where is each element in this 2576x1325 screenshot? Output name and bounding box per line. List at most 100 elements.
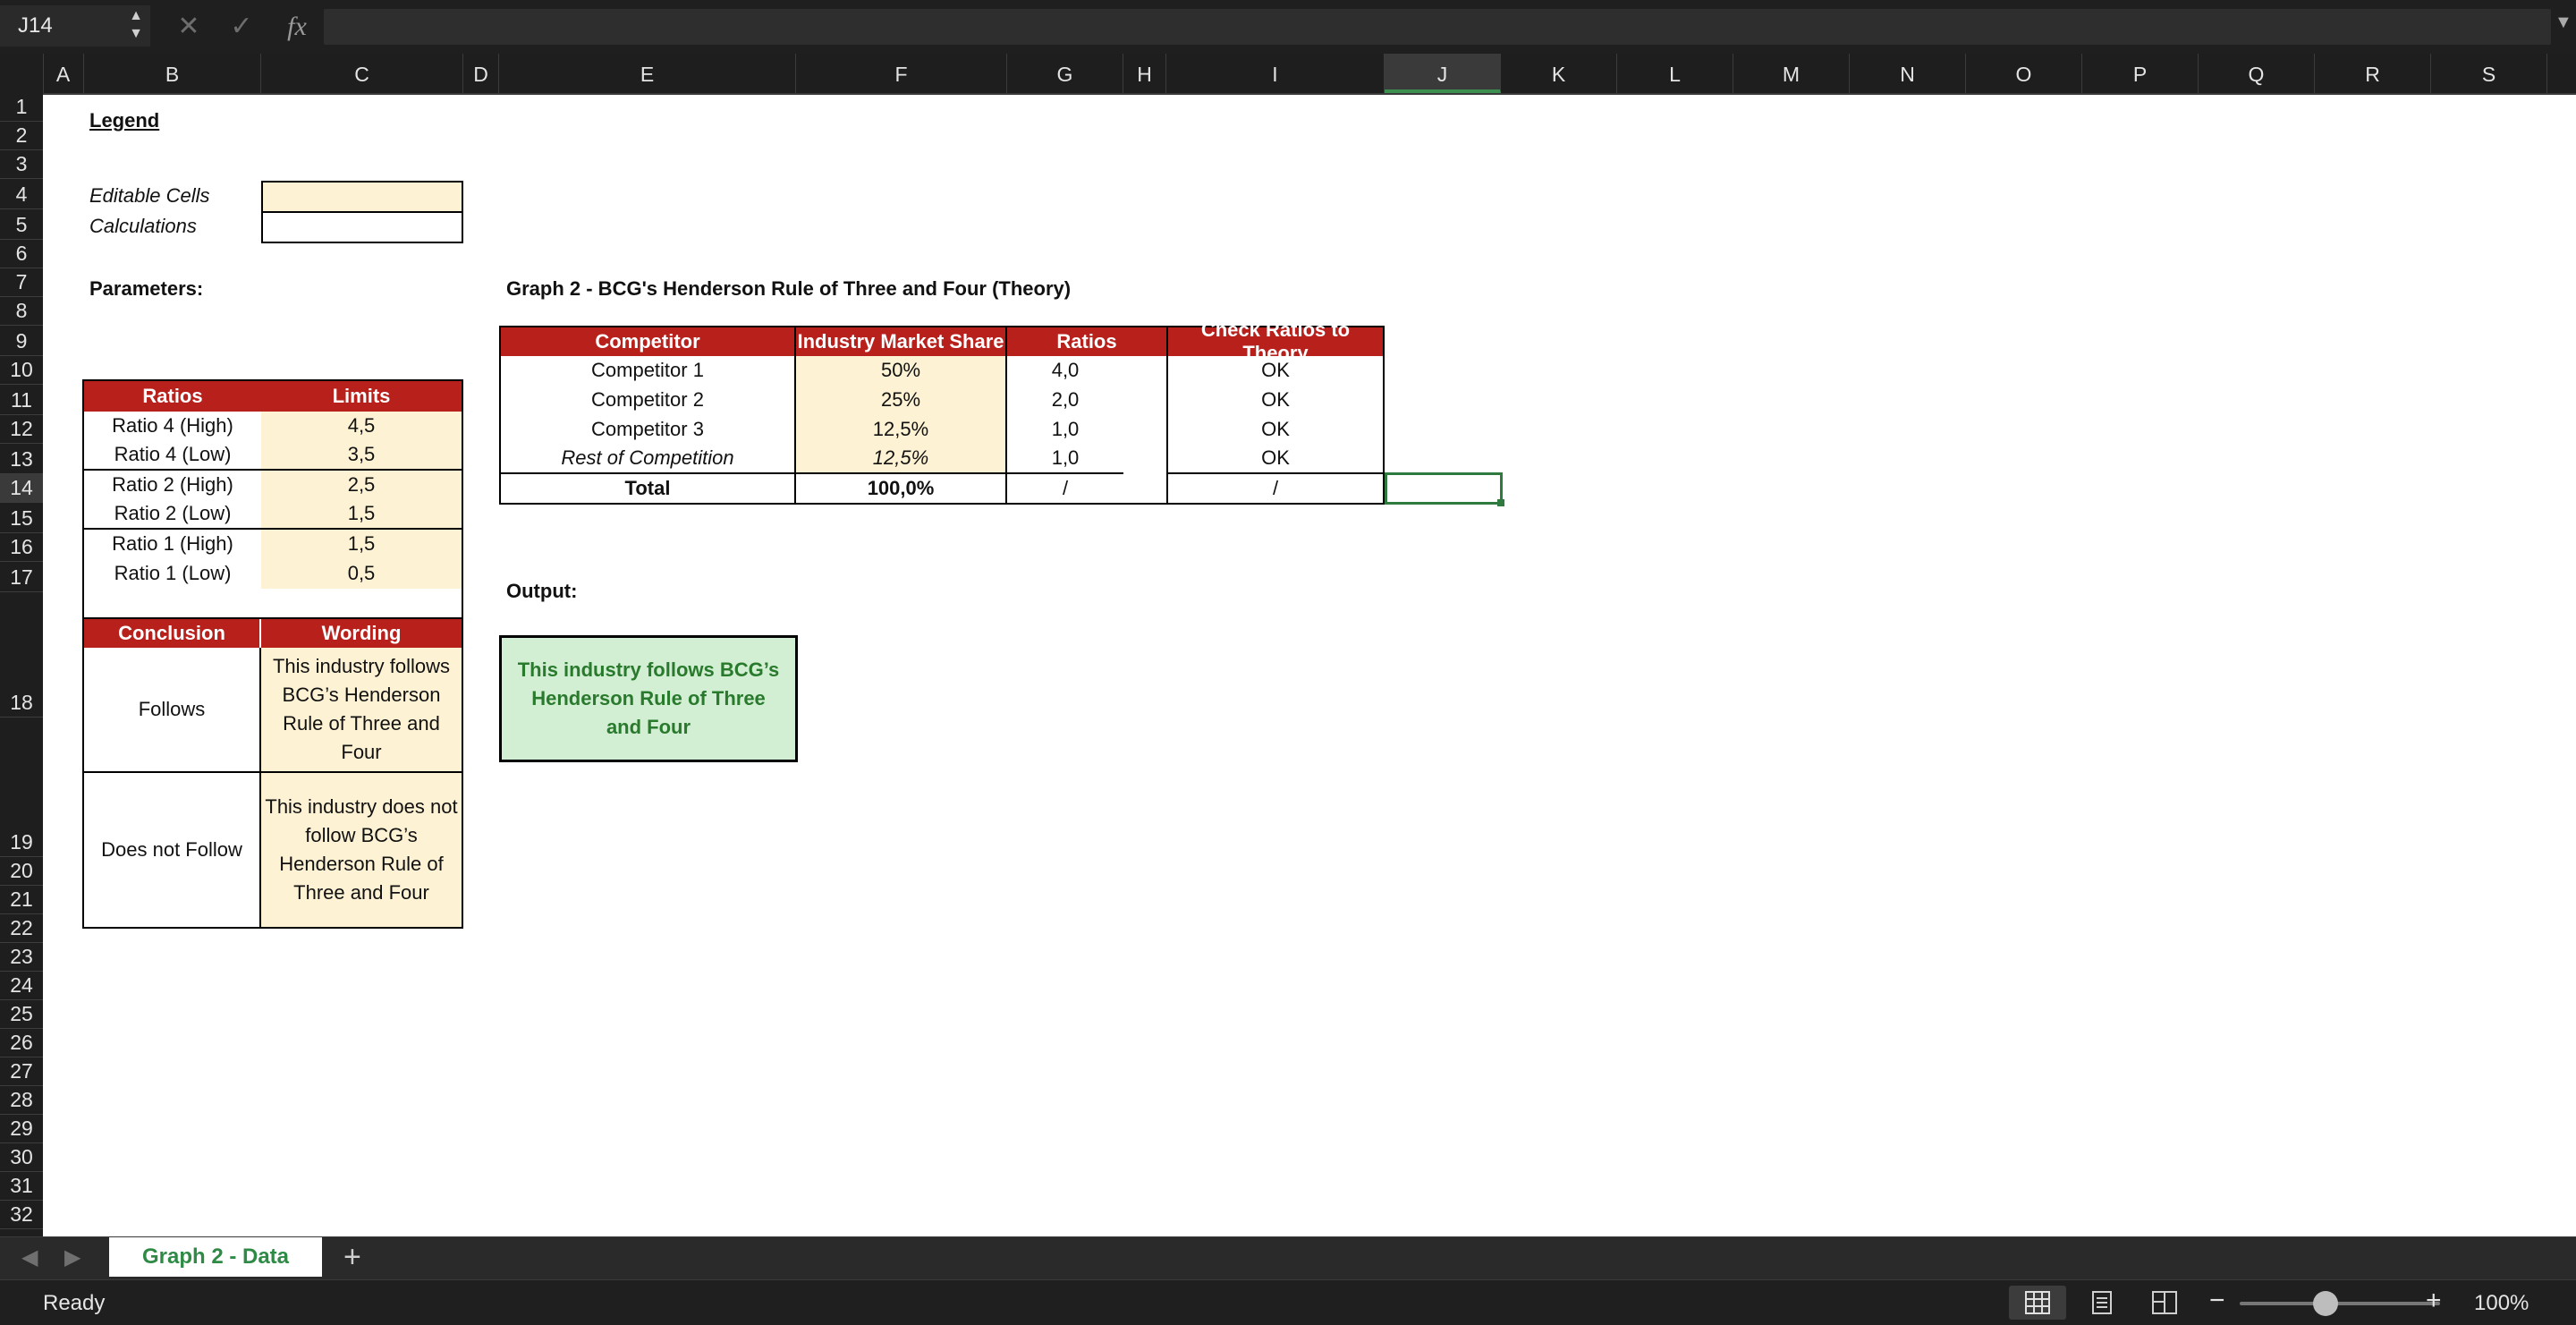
column-header-g[interactable]: G <box>1007 54 1123 93</box>
column-header-j[interactable]: J <box>1385 54 1501 93</box>
column-header-f[interactable]: F <box>796 54 1007 93</box>
column-header-m[interactable]: M <box>1733 54 1850 93</box>
row-header-7[interactable]: 7 <box>0 268 43 297</box>
row-header-24[interactable]: 24 <box>0 972 43 1000</box>
row-header-30[interactable]: 30 <box>0 1143 43 1172</box>
row-header-4[interactable]: 4 <box>0 179 43 209</box>
wording-cell-follows[interactable]: This industry follows BCG’s Henderson Ru… <box>261 648 462 773</box>
graph-ratio-cell[interactable]: 1,0 <box>1007 444 1123 472</box>
graph-share-cell[interactable]: 12,5% <box>796 444 1007 472</box>
page-layout-view-icon[interactable] <box>2073 1286 2131 1320</box>
check-total[interactable]: / <box>1168 472 1383 503</box>
zoom-level[interactable]: 100% <box>2474 1291 2529 1316</box>
confirm-icon[interactable]: ✓ <box>225 9 258 45</box>
row-header-16[interactable]: 16 <box>0 533 43 562</box>
parameters-limit-cell[interactable]: 1,5 <box>261 530 462 558</box>
graph-ratio-cell[interactable]: 2,0 <box>1007 385 1123 415</box>
graph-share-cell[interactable]: 12,5% <box>796 415 1007 444</box>
normal-view-icon[interactable] <box>2009 1286 2066 1320</box>
selected-cell-j14[interactable] <box>1385 472 1503 505</box>
parameters-ratio-cell[interactable]: Ratio 2 (High) <box>84 471 261 499</box>
select-all-corner[interactable] <box>0 54 44 93</box>
column-header-i[interactable]: I <box>1166 54 1385 93</box>
column-header-d[interactable]: D <box>463 54 499 93</box>
legend-editable-swatch[interactable] <box>261 181 463 213</box>
wording-cell-does-not-follow[interactable]: This industry does not follow BCG’s Hend… <box>261 773 462 927</box>
column-header-k[interactable]: K <box>1501 54 1617 93</box>
row-header-26[interactable]: 26 <box>0 1029 43 1057</box>
row-header-3[interactable]: 3 <box>0 150 43 179</box>
parameters-limit-cell[interactable]: 3,5 <box>261 440 462 471</box>
row-header-27[interactable]: 27 <box>0 1057 43 1086</box>
column-header-p[interactable]: P <box>2082 54 2199 93</box>
graph-competitor-cell[interactable]: Competitor 2 <box>501 385 796 415</box>
row-header-11[interactable]: 11 <box>0 385 43 415</box>
graph-competitor-cell[interactable]: Rest of Competition <box>501 444 796 472</box>
row-header-10[interactable]: 10 <box>0 356 43 385</box>
row-header-13[interactable]: 13 <box>0 444 43 474</box>
cancel-icon[interactable]: ✕ <box>175 9 202 45</box>
row-header-2[interactable]: 2 <box>0 122 43 150</box>
conclusion-cell-follows[interactable]: Follows <box>84 648 261 773</box>
legend-calculations-swatch[interactable] <box>261 211 463 243</box>
parameters-ratio-cell[interactable]: Ratio 1 (High) <box>84 530 261 558</box>
parameters-limit-cell[interactable]: 1,5 <box>261 499 462 530</box>
row-header-31[interactable]: 31 <box>0 1172 43 1201</box>
zoom-slider[interactable] <box>2240 1302 2440 1305</box>
column-header-b[interactable]: B <box>84 54 261 93</box>
fx-icon[interactable]: fx <box>279 9 315 45</box>
column-header-s[interactable]: S <box>2431 54 2547 93</box>
row-header-20[interactable]: 20 <box>0 857 43 886</box>
column-header-q[interactable]: Q <box>2199 54 2315 93</box>
column-header-h[interactable]: H <box>1123 54 1166 93</box>
column-header-l[interactable]: L <box>1617 54 1733 93</box>
conclusion-cell-does-not-follow[interactable]: Does not Follow <box>84 773 261 927</box>
sheet-tab-active[interactable]: Graph 2 - Data <box>109 1237 322 1277</box>
zoom-slider-thumb[interactable] <box>2313 1291 2338 1316</box>
graph-share-cell[interactable]: 50% <box>796 356 1007 385</box>
check-cell[interactable]: OK <box>1168 415 1383 444</box>
column-header-c[interactable]: C <box>261 54 463 93</box>
name-box-stepper-icon[interactable]: ▲ ▼ <box>127 7 145 45</box>
parameters-limit-cell[interactable]: 0,5 <box>261 558 462 589</box>
graph-ratio-cell[interactable]: 4,0 <box>1007 356 1123 385</box>
graph-share-cell[interactable]: 25% <box>796 385 1007 415</box>
row-header-25[interactable]: 25 <box>0 1000 43 1029</box>
column-header-o[interactable]: O <box>1966 54 2082 93</box>
row-header-17[interactable]: 17 <box>0 562 43 592</box>
row-header-19[interactable]: 19 <box>0 718 43 857</box>
graph-total-ratio[interactable]: / <box>1007 472 1123 503</box>
row-header-23[interactable]: 23 <box>0 943 43 972</box>
row-header-6[interactable]: 6 <box>0 240 43 268</box>
worksheet-grid[interactable]: A B C D E F G H I J K L M N O P Q R S 1 … <box>0 54 2576 1236</box>
row-header-32[interactable]: 32 <box>0 1201 43 1229</box>
row-header-8[interactable]: 8 <box>0 297 43 326</box>
row-header-1[interactable]: 1 <box>0 93 43 122</box>
expand-formula-icon[interactable]: ▼ <box>2555 13 2572 33</box>
parameters-ratio-cell[interactable]: Ratio 4 (Low) <box>84 440 261 471</box>
row-header-14[interactable]: 14 <box>0 474 43 503</box>
column-header-e[interactable]: E <box>499 54 796 93</box>
row-header-18[interactable]: 18 <box>0 592 43 718</box>
add-sheet-icon[interactable]: + <box>343 1241 361 1273</box>
row-header-21[interactable]: 21 <box>0 886 43 914</box>
row-header-9[interactable]: 9 <box>0 326 43 356</box>
graph-ratio-cell[interactable]: 1,0 <box>1007 415 1123 444</box>
parameters-limit-cell[interactable]: 4,5 <box>261 412 462 440</box>
row-header-5[interactable]: 5 <box>0 209 43 240</box>
parameters-ratio-cell[interactable]: Ratio 4 (High) <box>84 412 261 440</box>
zoom-in-icon[interactable]: + <box>2426 1286 2442 1316</box>
parameters-ratio-cell[interactable]: Ratio 1 (Low) <box>84 558 261 589</box>
cell-area[interactable]: Legend Editable Cells Calculations Param… <box>43 93 2576 1236</box>
prev-sheet-icon[interactable]: ◀ <box>21 1244 38 1270</box>
output-box[interactable]: This industry follows BCG’s Henderson Ru… <box>499 635 798 762</box>
graph-total-label[interactable]: Total <box>501 472 796 503</box>
column-header-r[interactable]: R <box>2315 54 2431 93</box>
formula-input[interactable] <box>324 9 2551 45</box>
parameters-ratio-cell[interactable]: Ratio 2 (Low) <box>84 499 261 530</box>
check-cell[interactable]: OK <box>1168 356 1383 385</box>
parameters-limit-cell[interactable]: 2,5 <box>261 471 462 499</box>
next-sheet-icon[interactable]: ▶ <box>64 1244 80 1270</box>
row-header-12[interactable]: 12 <box>0 415 43 444</box>
row-header-15[interactable]: 15 <box>0 503 43 533</box>
